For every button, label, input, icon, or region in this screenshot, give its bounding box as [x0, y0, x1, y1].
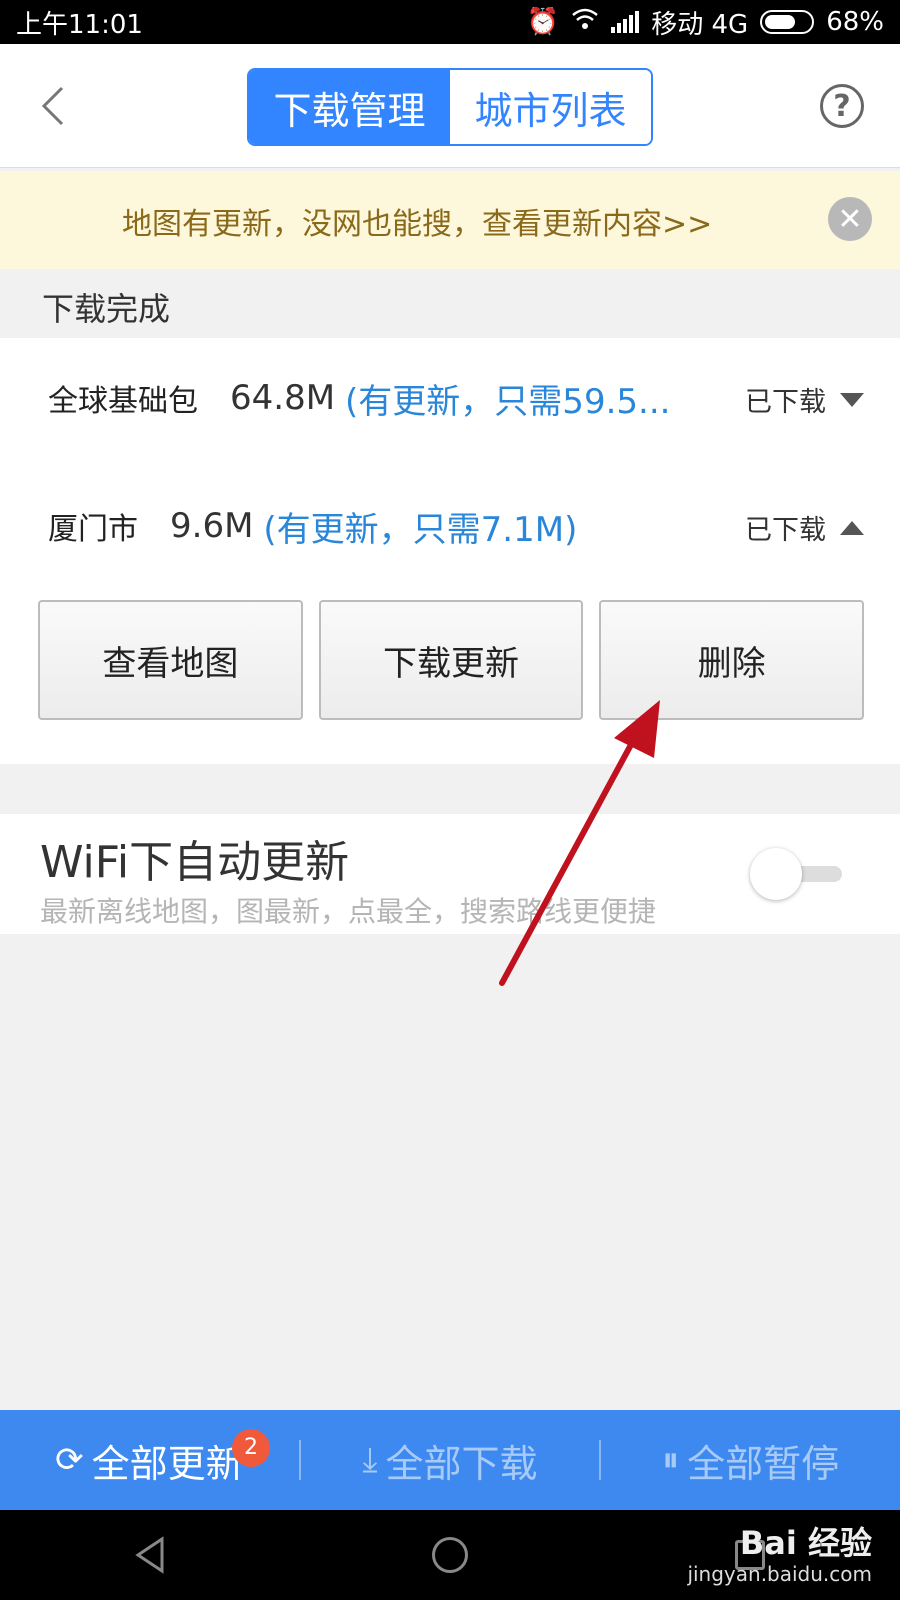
item-status[interactable]: 已下载	[745, 508, 864, 547]
item-size: 64.8M	[230, 378, 336, 418]
delete-button[interactable]: 删除	[599, 600, 865, 720]
caret-up-icon	[840, 520, 864, 535]
pause-icon: ⏸	[662, 1440, 680, 1480]
item-status-label: 已下载	[745, 387, 826, 418]
pause-all-label: 全部暂停	[687, 1441, 840, 1486]
close-icon[interactable]: ✕	[828, 197, 872, 241]
download-list: 全球基础包 64.8M (有更新，只需59.5... 已下载 厦门市 9.6M …	[0, 338, 900, 764]
triangle-back-icon	[135, 1536, 164, 1574]
tab-city-list[interactable]: 城市列表	[450, 70, 651, 144]
battery-percent: 68%	[826, 7, 884, 37]
close-label: ✕	[837, 201, 863, 237]
wifi-title: WiFi下自动更新	[40, 837, 350, 888]
pause-all-button[interactable]: ⏸ 全部暂停	[601, 1433, 900, 1488]
home-icon	[432, 1537, 468, 1573]
chevron-left-icon	[41, 86, 64, 126]
help-label: ?	[833, 88, 851, 124]
item-actions: 查看地图 下载更新 删除	[38, 600, 865, 720]
item-update-info: (有更新，只需59.5...	[345, 381, 671, 422]
segmented-tabs: 下载管理 城市列表	[247, 68, 653, 146]
help-icon[interactable]: ?	[820, 84, 864, 128]
wifi-desc: 最新离线地图，图最新，点最全，搜索路线更便捷	[40, 895, 657, 928]
item-size: 9.6M	[170, 506, 254, 546]
update-all-button[interactable]: ⟳ 全部更新 2	[0, 1428, 299, 1488]
nav-home-button[interactable]	[420, 1525, 480, 1585]
item-name: 全球基础包	[48, 384, 198, 419]
status-time: 上午11:01	[16, 9, 143, 40]
wifi-toggle[interactable]	[750, 848, 846, 900]
wifi-auto-update: WiFi下自动更新 最新离线地图，图最新，点最全，搜索路线更便捷	[0, 814, 900, 934]
item-status[interactable]: 已下载	[745, 380, 864, 419]
tab-download-manager[interactable]: 下载管理	[249, 70, 450, 144]
download-icon: ⤓	[362, 1440, 378, 1480]
item-status-label: 已下载	[745, 515, 826, 546]
carrier-text: 移动 4G	[651, 9, 749, 40]
battery-icon	[760, 10, 815, 34]
list-item[interactable]: 全球基础包 64.8M (有更新，只需59.5... 已下载	[48, 368, 864, 428]
update-count-badge: 2	[232, 1428, 270, 1467]
view-map-button[interactable]: 查看地图	[38, 600, 303, 720]
download-update-button[interactable]: 下载更新	[318, 600, 584, 720]
item-name: 厦门市	[48, 512, 138, 547]
watermark-logo: Bai 经验	[739, 1523, 872, 1562]
item-update-info: (有更新，只需7.1M)	[263, 509, 578, 550]
download-all-button[interactable]: ⤓ 全部下载	[301, 1433, 600, 1488]
bottom-action-bar: ⟳ 全部更新 2 ⤓ 全部下载 ⏸ 全部暂停	[0, 1410, 900, 1510]
update-all-label: 全部更新	[91, 1441, 244, 1486]
status-bar: 上午11:01 ⏰ 移动 4G 68%	[0, 0, 900, 44]
update-notice: 地图有更新，没网也能搜，查看更新内容>> ✕	[0, 171, 900, 269]
notice-link[interactable]: 地图有更新，没网也能搜，查看更新内容>>	[122, 199, 712, 243]
watermark: Bai 经验 jingyan.baidu.com	[687, 1524, 872, 1586]
wifi-icon	[571, 7, 599, 37]
list-item[interactable]: 厦门市 9.6M (有更新，只需7.1M) 已下载	[48, 496, 864, 556]
status-right: ⏰ 移动 4G 68%	[527, 4, 884, 41]
section-title: 下载完成	[42, 290, 171, 328]
nav-back-button[interactable]	[120, 1525, 180, 1585]
download-all-label: 全部下载	[385, 1441, 538, 1486]
refresh-icon: ⟳	[55, 1440, 84, 1480]
signal-icon	[611, 11, 640, 33]
caret-down-icon	[840, 392, 864, 407]
alarm-icon: ⏰	[526, 7, 560, 37]
watermark-url: jingyan.baidu.com	[687, 1562, 872, 1586]
toggle-knob	[750, 848, 802, 900]
back-button[interactable]	[38, 84, 78, 128]
header: 下载管理 城市列表 ?	[0, 44, 900, 168]
